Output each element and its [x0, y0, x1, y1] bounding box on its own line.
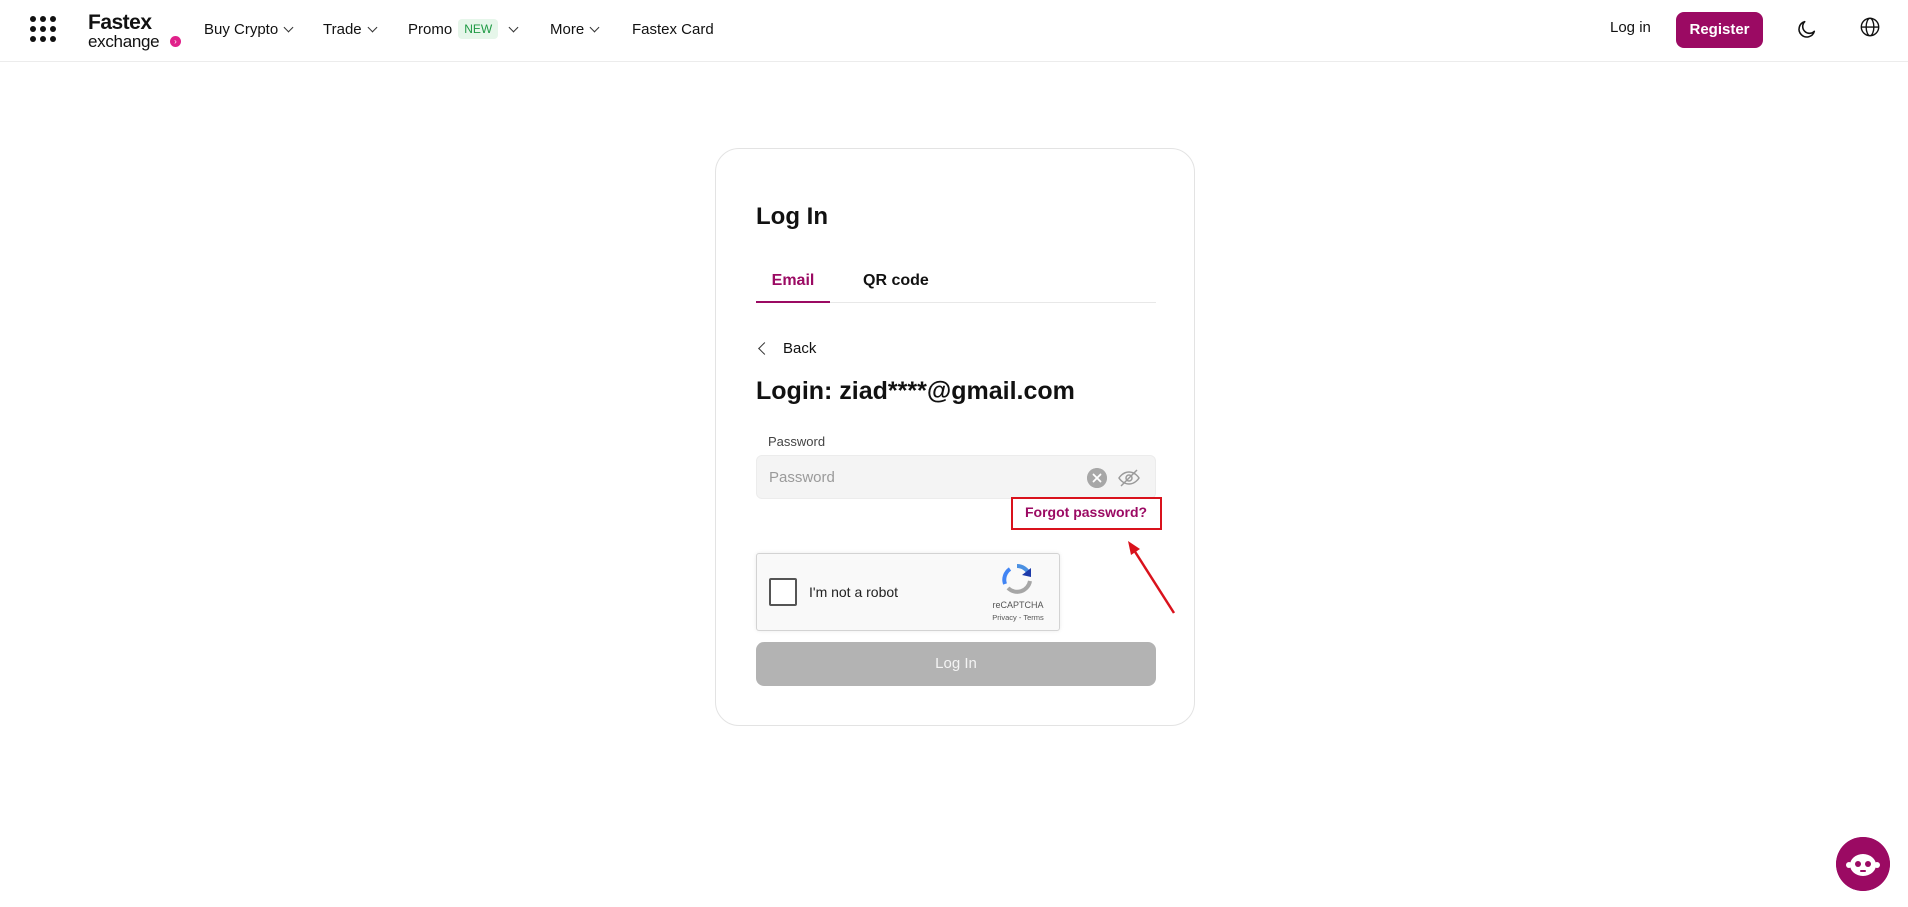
header-login-link[interactable]: Log in [1610, 19, 1651, 36]
chevron-down-icon [589, 22, 600, 32]
chat-support-icon[interactable] [1836, 837, 1890, 891]
apps-grid-icon[interactable] [30, 16, 56, 42]
eye-off-icon[interactable] [1117, 466, 1141, 490]
recaptcha-checkbox[interactable] [769, 578, 797, 606]
password-label: Password [768, 434, 826, 449]
chevron-down-icon [283, 22, 294, 32]
password-field-wrapper [756, 455, 1156, 499]
login-card: Log In Email QR code Back Login: ziad***… [715, 148, 1195, 726]
page-title: Log In [756, 203, 828, 230]
nav-trade[interactable]: Trade [323, 0, 378, 58]
recaptcha-logo-icon [1002, 564, 1032, 594]
back-button[interactable]: Back [756, 337, 816, 359]
recaptcha-label: I'm not a robot [809, 584, 899, 600]
logo-text-fastex: Fastex [88, 11, 152, 34]
password-input[interactable] [757, 456, 1077, 498]
nav-promo[interactable]: Promo NEW [408, 0, 519, 58]
clear-input-icon[interactable] [1087, 468, 1107, 488]
moon-icon[interactable] [1796, 18, 1818, 40]
nav-more-label: More [550, 20, 585, 38]
annotation-arrow-icon [1128, 541, 1176, 614]
chevron-down-icon [508, 22, 519, 32]
nav-buy-crypto[interactable]: Buy Crypto [204, 0, 294, 58]
register-button[interactable]: Register [1676, 12, 1763, 48]
logo-text-exchange: exchange [88, 32, 160, 51]
nav-trade-label: Trade [323, 20, 362, 38]
new-badge: NEW [458, 19, 499, 39]
tab-qr-code[interactable]: QR code [863, 267, 929, 303]
recaptcha-brand: reCAPTCHA [992, 600, 1044, 610]
recaptcha-links[interactable]: Privacy - Terms [989, 613, 1047, 622]
nav-fastex-card-label: Fastex Card [632, 20, 714, 38]
nav-fastex-card[interactable]: Fastex Card [632, 0, 714, 58]
tab-email[interactable]: Email [756, 267, 830, 303]
globe-icon[interactable] [1859, 16, 1881, 38]
nav-buy-crypto-label: Buy Crypto [204, 20, 279, 38]
top-header: Fastex exchange › Buy Crypto Trade Promo… [0, 0, 1908, 62]
nav-promo-label: Promo [408, 20, 453, 38]
chevron-down-icon [367, 22, 378, 32]
login-submit-button[interactable]: Log In [756, 642, 1156, 686]
login-method-tabs: Email QR code [756, 267, 1156, 303]
fastex-logo[interactable]: Fastex exchange › [88, 12, 184, 52]
forgot-password-link[interactable]: Forgot password? [1025, 504, 1147, 520]
logo-dot-icon: › [170, 36, 181, 47]
login-email-heading: Login: ziad****@gmail.com [756, 377, 1075, 405]
nav-more[interactable]: More [550, 0, 600, 58]
back-label: Back [783, 339, 817, 357]
recaptcha-widget: I'm not a robot reCAPTCHA Privacy - Term… [756, 553, 1060, 631]
chevron-left-icon [758, 341, 771, 355]
